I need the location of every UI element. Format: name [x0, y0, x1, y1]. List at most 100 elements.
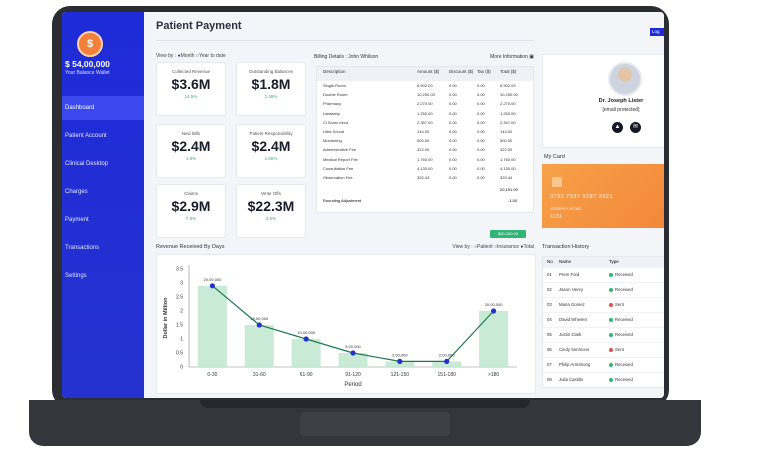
data-point	[303, 336, 309, 342]
table-cell: 0.00	[477, 92, 485, 98]
view-by-label: View by :	[156, 53, 177, 59]
sidebar-item-dashboard[interactable]: Dashboard	[62, 96, 144, 120]
table-cell: 10,250.00	[417, 92, 435, 98]
transaction-name: Maria Gomez	[559, 302, 585, 307]
kpi-value: $2.9M	[171, 198, 211, 214]
kpi-card-patient-responsibility[interactable]: Patient Responsibility $2.4M 1.65%	[236, 124, 306, 178]
table-row: Double Room 10,250.00 0.00 0.00 10,250.00	[317, 90, 533, 99]
list-item[interactable]: 04 David Wheeler Received	[543, 312, 664, 327]
sidebar-item-patient-account[interactable]: Patient Account	[62, 124, 144, 148]
view-by-option-month[interactable]: Month	[181, 53, 195, 59]
kpi-label: Patient Responsibility	[249, 131, 293, 136]
revenue-option-insurance[interactable]: Insurance	[497, 244, 519, 250]
list-item[interactable]: 08 Julia Castillo Received	[543, 372, 664, 387]
revenue-view-by: View by : ○Patient ○Insurance ●Total	[452, 244, 534, 250]
wallet-coin-icon: $	[77, 31, 103, 57]
table-cell: 0.00	[449, 156, 457, 162]
table-row: Administrative Fee 322.00 0.00 0.00 322.00	[317, 145, 533, 154]
data-point	[397, 358, 403, 364]
sidebar-item-settings[interactable]: Settings	[62, 264, 144, 288]
chart-bar	[197, 285, 227, 367]
list-item[interactable]: 02 Jason Henry Received	[543, 282, 664, 297]
table-cell: 0.00	[449, 110, 457, 116]
col-amount: Amount ($)	[417, 69, 440, 74]
transaction-no: 06	[547, 347, 552, 352]
list-item[interactable]: 07 Philip Armstrong Received	[543, 357, 664, 372]
logout-button[interactable]: Log	[650, 28, 664, 36]
table-cell: 0.00	[477, 83, 485, 88]
list-item[interactable]: 01 Prem Ford Received	[543, 267, 664, 282]
table-row: Pharmacy 2,270.00 0.00 0.00 2,270.00	[317, 99, 533, 108]
transaction-type: Received	[609, 287, 633, 292]
table-cell: Single Room	[323, 83, 346, 88]
transaction-type: Sent	[609, 302, 624, 307]
revenue-option-total[interactable]: Total	[523, 244, 534, 250]
kpi-card-collected-revenue[interactable]: Collected Revenue $3.6M 14.5%	[156, 62, 226, 116]
table-cell: 500.00	[417, 138, 430, 144]
info-icon: ▣	[529, 54, 534, 60]
transaction-name: David Wheeler	[559, 317, 588, 322]
data-point	[444, 358, 450, 364]
bell-icon[interactable]: ▲	[612, 122, 623, 133]
data-label: 20,00,000	[204, 277, 223, 282]
table-cell: 322.00	[500, 147, 513, 153]
billing-table: Description Amount ($) Discount ($) Tax …	[316, 66, 534, 214]
transaction-name: Prem Ford	[559, 272, 580, 277]
x-tick-label: 61-90	[300, 372, 313, 378]
sidebar-item-payment[interactable]: Payment	[62, 208, 144, 232]
list-item[interactable]: 06 Cindy Simmons Sent	[543, 342, 664, 357]
kpi-card-new-bills[interactable]: New Bills $2.4M 1.9%	[156, 124, 226, 178]
kpi-card-claims[interactable]: Claims $2.9M 7.8%	[156, 184, 226, 238]
table-cell: 0.00	[449, 174, 457, 180]
sidebar-item-clinical-desktop[interactable]: Clinical Desktop	[62, 152, 144, 176]
list-item[interactable]: 05 Justin Clark Received	[543, 327, 664, 342]
data-point	[350, 350, 356, 356]
revenue-chart-card: 0 0.5 1 1.5 2 2.5 3 3.5 Dollar in Million 20,00,0…	[156, 254, 536, 394]
kpi-value: $2.4M	[251, 138, 291, 154]
status-dot-icon	[609, 377, 613, 382]
chart-bar	[244, 325, 274, 367]
table-cell: 1,250.00	[417, 110, 433, 116]
kpi-value: $1.8M	[251, 76, 291, 92]
billing-title: Billing Details : John Whilson	[314, 54, 379, 60]
transaction-no: 08	[547, 377, 552, 382]
more-information-label: More Information	[490, 54, 528, 60]
table-cell: 0.00	[477, 147, 485, 153]
table-cell: 0.00	[477, 138, 485, 144]
table-cell: 0.00	[449, 165, 457, 171]
sidebar-item-charges[interactable]: Charges	[62, 180, 144, 204]
transaction-name: Philip Armstrong	[559, 362, 591, 367]
card-holder: JOSEPH LISTER	[550, 206, 582, 211]
sidebar-item-transactions[interactable]: Transactions	[62, 236, 144, 260]
status-dot-icon	[609, 347, 613, 352]
transaction-name: Jason Henry	[559, 287, 584, 292]
billing-adjustment-row: Rounding Adjustment -1.00	[317, 196, 533, 212]
payment-card[interactable]: 3732 7537 5287 3921 JOSEPH LISTER 11/31	[542, 164, 664, 228]
revenue-title: Revenue Received By Days	[156, 244, 225, 250]
transaction-type-label: Received	[615, 287, 633, 292]
col-name: Name	[559, 259, 572, 264]
table-cell: Pharmacy	[323, 101, 342, 107]
transaction-type-label: Sent	[615, 347, 624, 352]
status-dot-icon	[609, 272, 613, 277]
kpi-card-write-offs[interactable]: Write Offs $22.3M 3.5%	[236, 184, 306, 238]
billing-total-row: 20,151.00	[317, 182, 533, 196]
mail-icon[interactable]: ✉	[630, 122, 641, 133]
x-tick-label: 121-150	[391, 372, 410, 378]
kpi-percent: 7.8%	[185, 216, 197, 221]
status-dot-icon	[609, 317, 613, 322]
table-row: Single Room 6,902.00 0.00 0.00 6,902.00	[317, 81, 533, 90]
table-cell: Medical Report Fee	[323, 156, 358, 162]
table-cell: 0.00	[449, 92, 457, 98]
view-by-option-ytd[interactable]: Year to date	[199, 53, 226, 59]
more-information-link[interactable]: More Information ▣	[490, 54, 534, 60]
data-point	[256, 322, 262, 328]
list-item[interactable]: 03 Maria Gomez Sent	[543, 297, 664, 312]
kpi-card-outstanding-balances[interactable]: Outstanding Balances $1.8M 1.45%	[236, 62, 306, 116]
pay-total-button[interactable]: $20,150.00	[490, 230, 526, 238]
kpi-percent: 1.65%	[264, 156, 278, 161]
table-cell: 1,760.00	[417, 156, 433, 162]
transaction-table-header: No Name Type	[543, 257, 664, 267]
col-total: Total ($)	[500, 69, 517, 74]
revenue-option-patient[interactable]: Patient	[477, 244, 493, 250]
